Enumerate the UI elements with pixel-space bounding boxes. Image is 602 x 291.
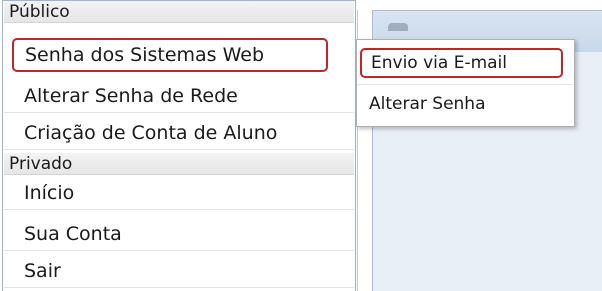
submenu-divider [357,84,572,85]
menu-item-sua-conta[interactable]: Sua Conta [4,217,354,251]
menu-item-senha-sistemas-web[interactable]: Senha dos Sistemas Web [12,38,328,72]
menu-item-sair[interactable]: Sair [4,254,354,288]
menu-item-alterar-senha-rede[interactable]: Alterar Senha de Rede [4,79,354,113]
section-header-private: Privado [4,153,354,175]
section-header-public: Público [4,1,354,23]
navigation-menu: Público Senha dos Sistemas Web Alterar S… [2,0,356,291]
panel-header-icon [388,23,408,31]
submenu-item-envio-email[interactable]: Envio via E-mail [360,48,563,78]
submenu-item-alterar-senha[interactable]: Alterar Senha [357,86,572,122]
menu-item-criacao-conta-aluno[interactable]: Criação de Conta de Aluno [4,116,354,150]
submenu-popup: Envio via E-mail Alterar Senha [356,39,575,127]
menu-item-inicio[interactable]: Início [4,176,354,210]
